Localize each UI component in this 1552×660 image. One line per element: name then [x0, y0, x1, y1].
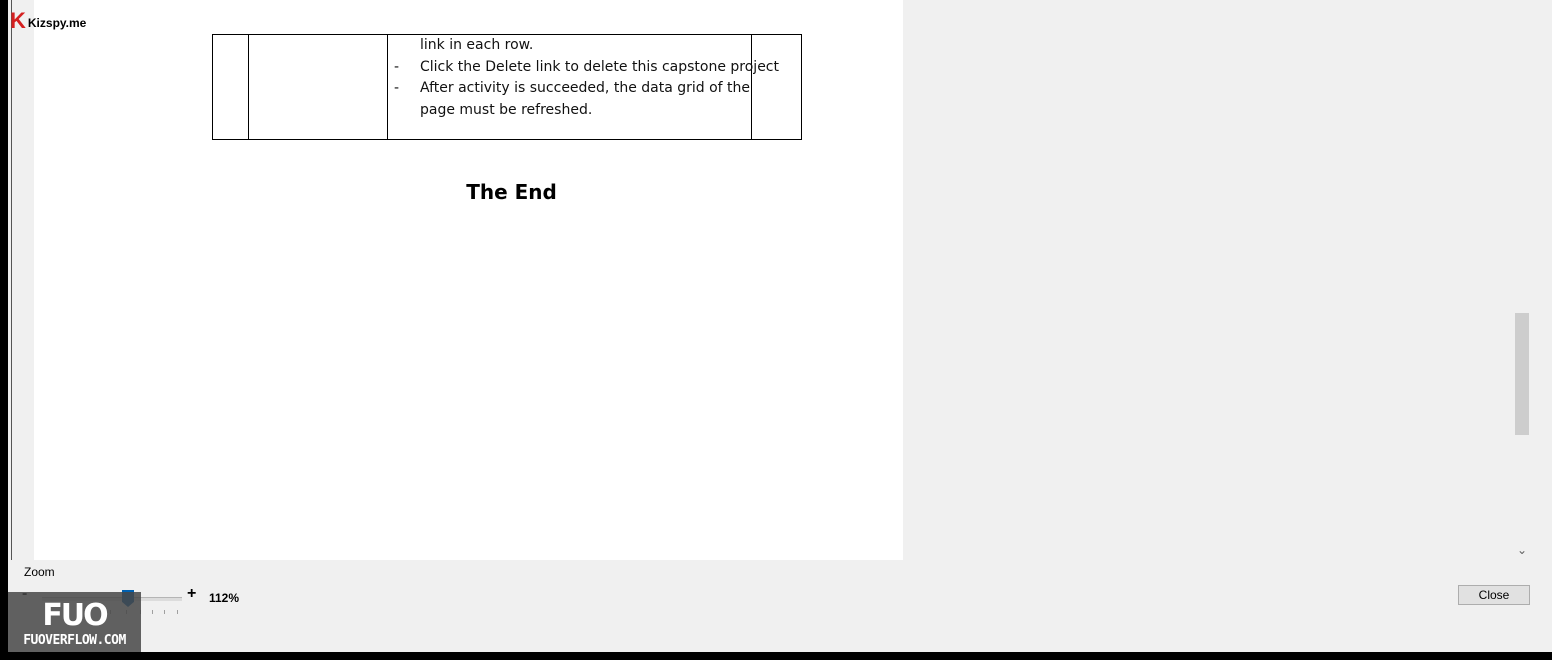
table-line: - Click the Delete link to delete this ca…	[394, 58, 779, 75]
kizspy-watermark: K Kizspy.me	[10, 10, 86, 32]
kizspy-logo-icon: K	[10, 8, 26, 33]
fuo-logo: FUO	[42, 598, 108, 633]
table-line: - After activity is succeeded, the data g…	[394, 80, 751, 96]
document-page: link in each row. - Click the Delete link…	[34, 0, 903, 560]
zoom-percentage: 112%	[209, 591, 240, 605]
fuoverflow-url: FUOVERFLOW.COM	[23, 633, 126, 648]
scrollbar-thumb[interactable]	[1515, 313, 1529, 435]
kizspy-watermark-text: Kizspy.me	[27, 16, 87, 30]
table-column-divider	[248, 35, 249, 139]
window-bottom-edge	[0, 652, 1552, 660]
table-line: link in each row.	[420, 37, 534, 53]
table-cell-bullets: link in each row. - Click the Delete link…	[394, 35, 779, 121]
zoom-label: Zoom	[24, 565, 55, 579]
zoom-in-button[interactable]: +	[187, 585, 196, 603]
document-closing-title: The End	[466, 180, 557, 204]
close-button[interactable]: Close	[1458, 585, 1530, 605]
fuoverflow-watermark: FUO FUOVERFLOW.COM	[8, 592, 141, 652]
vertical-scrollbar[interactable]	[1514, 0, 1530, 560]
chevron-down-icon[interactable]: ⌄	[1514, 542, 1530, 558]
viewer-left-border	[11, 0, 12, 560]
table-line: page must be refreshed.	[420, 101, 593, 118]
table-column-divider	[387, 35, 388, 139]
